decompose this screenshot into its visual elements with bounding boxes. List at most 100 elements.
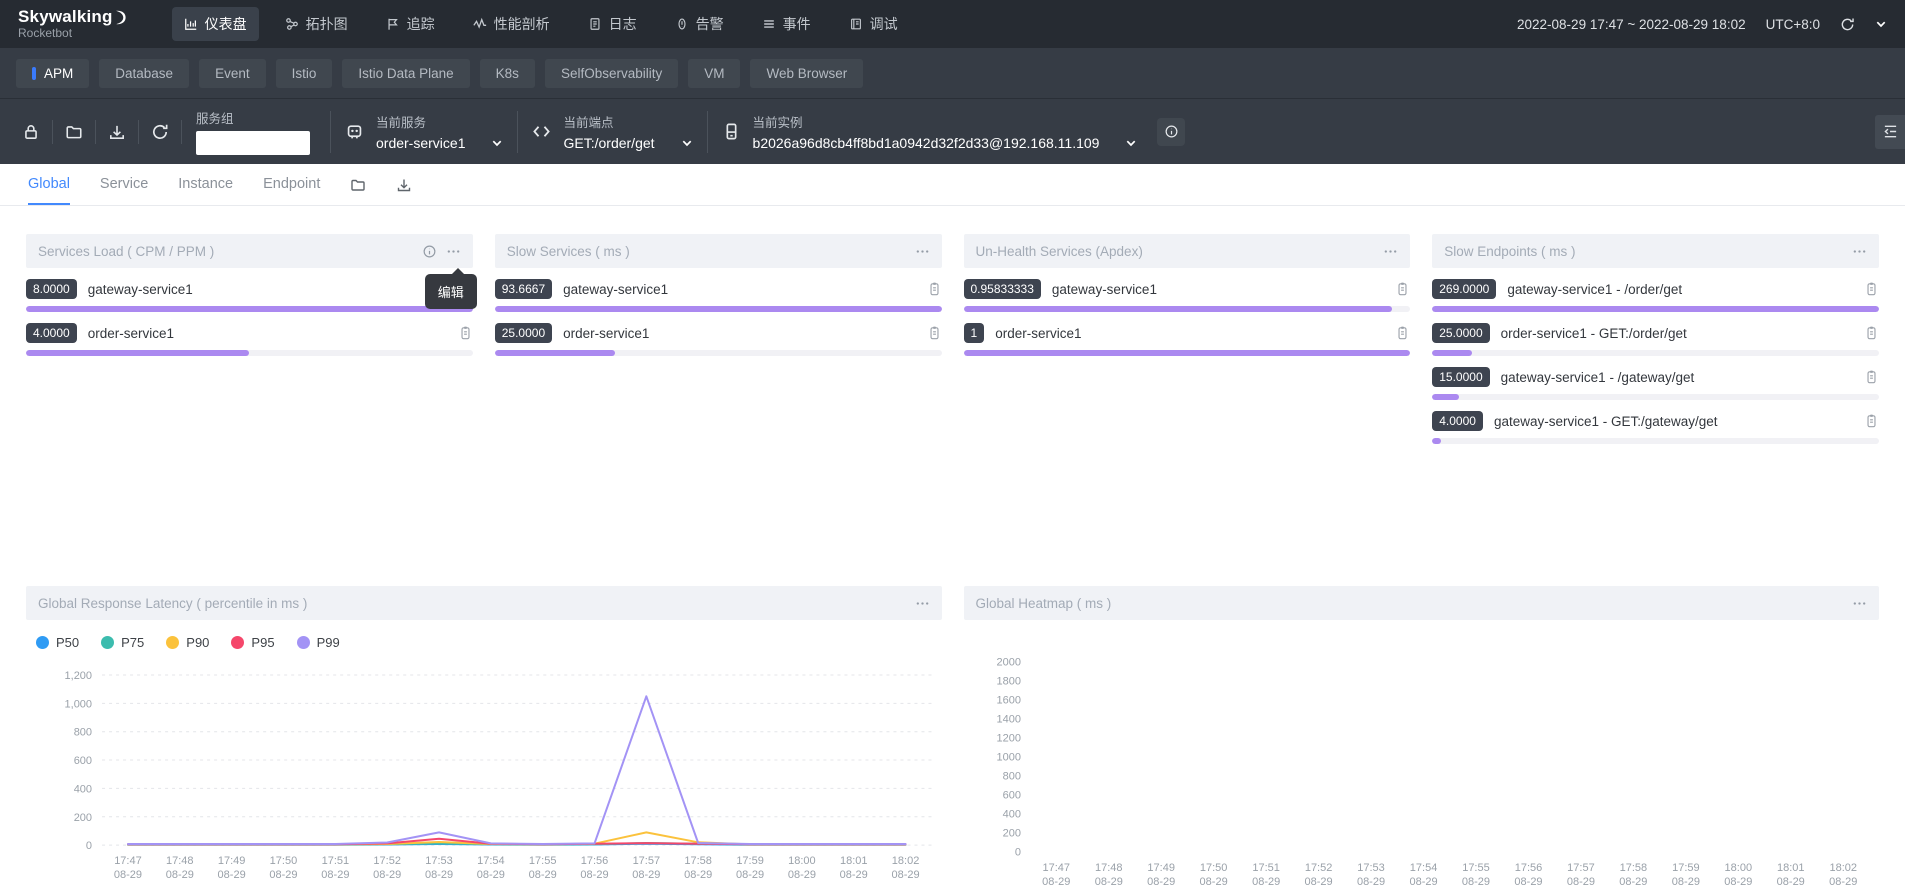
layer-tab-istio-data-plane[interactable]: Istio Data Plane [342, 59, 469, 88]
metric-entity-name[interactable]: gateway-service1 [1052, 282, 1384, 297]
metric-row: 269.0000 gateway-service1 - /order/get [1432, 279, 1879, 312]
tab-instance[interactable]: Instance [178, 164, 233, 205]
current-instance-select[interactable]: 当前实例 b2026a96d8cb4ff8bd1a0942d32f2d33@19… [722, 112, 1138, 151]
service-icon [345, 122, 364, 141]
nav-trace[interactable]: 追踪 [374, 7, 447, 41]
legend-p50[interactable]: P50 [36, 635, 79, 650]
layer-tab-apm[interactable]: APM [16, 59, 89, 88]
more-icon[interactable] [1852, 596, 1867, 611]
metric-entity-name[interactable]: gateway-service1 - /gateway/get [1501, 370, 1853, 385]
tab-service[interactable]: Service [100, 164, 148, 205]
folder-icon[interactable] [350, 177, 366, 193]
edit-tooltip[interactable]: 编辑 [425, 274, 477, 309]
export-button[interactable] [96, 123, 138, 141]
instance-monitor-icon [722, 122, 741, 141]
clipboard-icon[interactable] [1864, 325, 1879, 341]
svg-text:17:53: 17:53 [1357, 862, 1385, 874]
current-service-select[interactable]: 当前服务 order-service1 [345, 112, 503, 151]
refresh-button[interactable] [1840, 17, 1855, 32]
metric-entity-name[interactable]: order-service1 [995, 326, 1384, 341]
clipboard-icon[interactable] [927, 281, 942, 297]
metric-entity-name[interactable]: order-service1 - GET:/order/get [1501, 326, 1853, 341]
svg-text:08-29: 08-29 [1514, 876, 1542, 888]
svg-text:0: 0 [86, 840, 92, 852]
layer-tab-selfobservability[interactable]: SelfObservability [545, 59, 678, 88]
metric-entity-name[interactable]: gateway-service1 [88, 282, 447, 297]
nav-alarm[interactable]: 告警 [663, 7, 736, 41]
svg-text:1,200: 1,200 [65, 670, 93, 682]
info-icon[interactable] [422, 244, 437, 259]
service-group-input[interactable] [196, 131, 310, 155]
nav-log[interactable]: 日志 [576, 7, 649, 41]
layer-tabs-row: APM Database Event Istio Istio Data Plane K8s… [0, 48, 1905, 98]
clipboard-icon[interactable] [927, 325, 942, 341]
more-icon[interactable] [446, 244, 461, 259]
svg-text:08-29: 08-29 [1619, 876, 1647, 888]
svg-text:18:00: 18:00 [1724, 862, 1752, 874]
legend-label: P95 [251, 635, 274, 650]
clipboard-icon[interactable] [1864, 281, 1879, 297]
legend-dot [231, 636, 244, 649]
legend-p75[interactable]: P75 [101, 635, 144, 650]
tab-endpoint[interactable]: Endpoint [263, 164, 320, 205]
current-instance-label: 当前实例 [753, 112, 1138, 131]
clipboard-icon[interactable] [1864, 413, 1879, 429]
current-endpoint-select[interactable]: 当前端点 GET:/order/get [532, 112, 692, 151]
info-button[interactable] [1157, 118, 1185, 146]
alarm-icon [675, 17, 689, 31]
metric-entity-name[interactable]: order-service1 [563, 326, 915, 341]
more-icon[interactable] [1383, 244, 1398, 259]
reload-button[interactable] [139, 123, 181, 141]
layer-tab-k8s[interactable]: K8s [480, 59, 535, 88]
legend-dot [36, 636, 49, 649]
nav-event[interactable]: 事件 [750, 7, 823, 41]
metric-entity-name[interactable]: gateway-service1 [563, 282, 915, 297]
svg-text:17:52: 17:52 [373, 855, 401, 867]
nav-dashboard[interactable]: 仪表盘 [172, 7, 259, 41]
legend-p95[interactable]: P95 [231, 635, 274, 650]
time-range[interactable]: 2022-08-29 17:47 ~ 2022-08-29 18:02 [1517, 17, 1746, 32]
metric-bar-track [1432, 306, 1879, 312]
layer-tab-vm[interactable]: VM [688, 59, 740, 88]
nav-profile[interactable]: 性能剖析 [461, 7, 562, 41]
legend-label: P90 [186, 635, 209, 650]
time-picker-chevron[interactable] [1875, 18, 1887, 30]
metric-entity-name[interactable]: order-service1 [88, 326, 447, 341]
metric-row: 93.6667 gateway-service1 [495, 279, 942, 312]
download-icon[interactable] [396, 177, 412, 193]
collapse-sidebar-button[interactable] [1875, 115, 1905, 149]
clipboard-icon[interactable] [1395, 325, 1410, 341]
tab-global[interactable]: Global [28, 164, 70, 205]
timezone[interactable]: UTC+8:0 [1766, 17, 1820, 32]
clipboard-icon[interactable] [458, 325, 473, 341]
metric-entity-name[interactable]: gateway-service1 - GET:/gateway/get [1494, 414, 1853, 429]
metric-bar-track [1432, 350, 1879, 356]
clipboard-icon[interactable] [1864, 369, 1879, 385]
legend-p90[interactable]: P90 [166, 635, 209, 650]
svg-text:08-29: 08-29 [1724, 876, 1752, 888]
folder-button[interactable] [53, 123, 95, 141]
svg-text:08-29: 08-29 [166, 869, 194, 881]
metric-bar [495, 350, 616, 356]
heatmap-chart: 020040060080010001200140016001800200017:… [964, 634, 1880, 888]
svg-text:08-29: 08-29 [1042, 876, 1070, 888]
nav-topology[interactable]: 拓扑图 [273, 7, 360, 41]
legend-p99[interactable]: P99 [297, 635, 340, 650]
layer-tab-istio[interactable]: Istio [276, 59, 333, 88]
layer-tab-event[interactable]: Event [199, 59, 266, 88]
nav-debug[interactable]: 调试 [837, 7, 910, 41]
more-icon[interactable] [915, 596, 930, 611]
divider [517, 111, 518, 153]
svg-text:08-29: 08-29 [1147, 876, 1175, 888]
latency-chart-svg: 02004006008001,0001,20017:4708-2917:4808… [26, 650, 942, 888]
clipboard-icon[interactable] [1395, 281, 1410, 297]
lock-button[interactable] [10, 123, 52, 141]
metric-entity-name[interactable]: gateway-service1 - /order/get [1507, 282, 1853, 297]
menu-label: 拓扑图 [306, 14, 348, 34]
layer-tab-web-browser[interactable]: Web Browser [750, 59, 863, 88]
refresh-icon [1840, 17, 1855, 32]
more-icon[interactable] [915, 244, 930, 259]
more-icon[interactable] [1852, 244, 1867, 259]
layer-tab-database[interactable]: Database [99, 59, 189, 88]
layer-tab-label: APM [44, 66, 73, 81]
